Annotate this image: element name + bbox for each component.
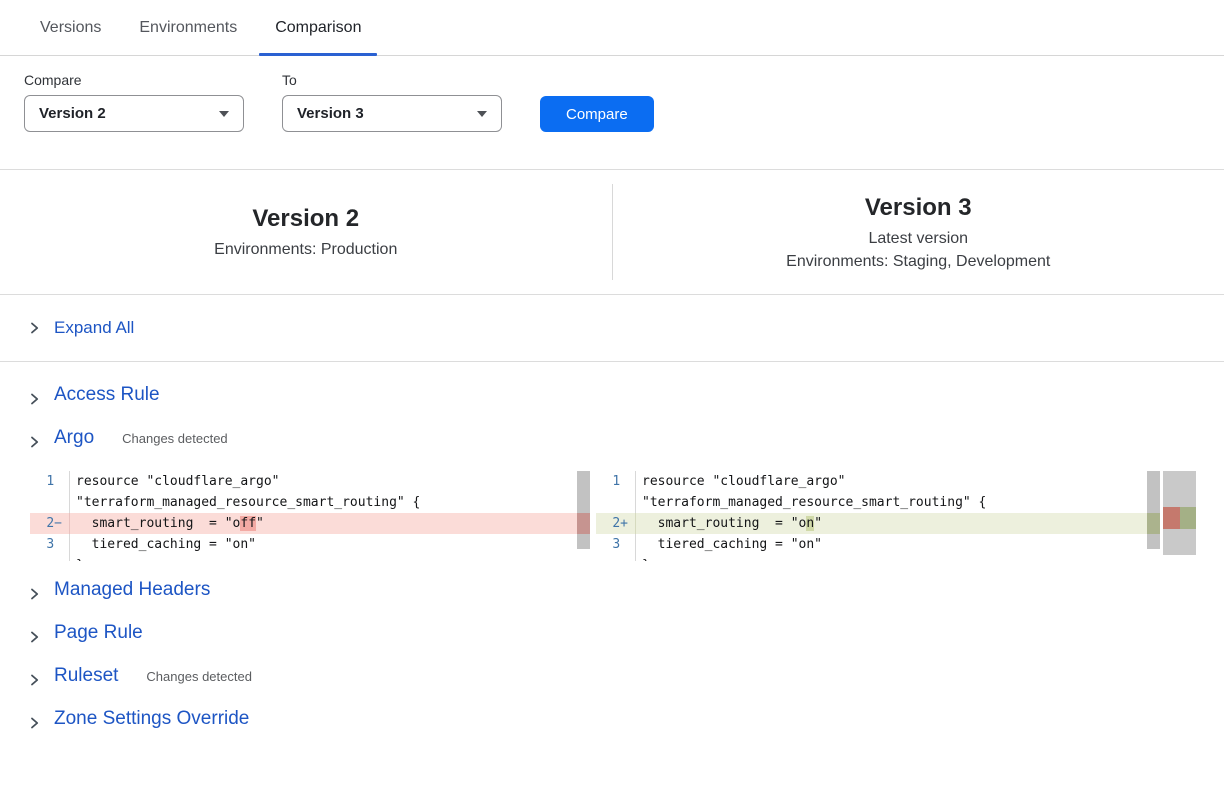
expand-all-link[interactable]: Expand All: [54, 318, 134, 338]
compare-button[interactable]: Compare: [540, 96, 654, 132]
line-number: 2−: [30, 513, 70, 534]
tab-versions[interactable]: Versions: [40, 0, 101, 55]
tabs-bar: Versions Environments Comparison: [0, 0, 1224, 56]
changes-detected-badge: Changes detected: [146, 669, 252, 684]
version-right-subtitle: Latest version: [868, 230, 968, 248]
section-ruleset[interactable]: Ruleset Changes detected: [0, 665, 1224, 695]
compare-field: Compare Version 2: [24, 72, 244, 132]
section-label[interactable]: Zone Settings Override: [54, 708, 249, 730]
code-text: smart_routing = "off": [70, 513, 264, 534]
code-line: 3 tiered_caching = "on": [30, 534, 590, 555]
section-label[interactable]: Page Rule: [54, 622, 143, 644]
code-text: resource "cloudflare_argo": [636, 471, 846, 492]
line-number: [596, 555, 636, 561]
tab-environments[interactable]: Environments: [139, 0, 237, 55]
diff-pane-left[interactable]: 1 resource "cloudflare_argo" "terraform_…: [30, 471, 590, 561]
removed-overview-marker: [1163, 507, 1180, 529]
line-number: [30, 492, 70, 513]
code-line-added: 2+ smart_routing = "on": [596, 513, 1160, 534]
line-number: 1: [596, 471, 636, 492]
code-text: }: [70, 555, 84, 561]
diff-overview-marker: [1163, 507, 1196, 529]
code-text: "terraform_managed_resource_smart_routin…: [636, 492, 986, 513]
code-line: "terraform_managed_resource_smart_routin…: [30, 492, 590, 513]
version-left-title: Version 2: [252, 205, 359, 233]
removed-change-marker: [577, 513, 590, 534]
added-overview-marker: [1180, 507, 1197, 529]
section-access-rule[interactable]: Access Rule: [0, 384, 1224, 414]
tab-comparison[interactable]: Comparison: [275, 0, 361, 55]
compare-version-value: Version 2: [39, 105, 106, 122]
scrollbar[interactable]: [1147, 471, 1160, 549]
to-version-select[interactable]: Version 3: [282, 95, 502, 132]
section-label[interactable]: Access Rule: [54, 384, 160, 406]
code-text: tiered_caching = "on": [70, 534, 256, 555]
line-number: 3: [30, 534, 70, 555]
version-right-environments: Environments: Staging, Development: [786, 253, 1050, 271]
added-change-marker: [1147, 513, 1160, 534]
line-number: 2+: [596, 513, 636, 534]
chevron-right-icon: [28, 674, 40, 686]
expand-all-row: Expand All: [0, 295, 1224, 362]
chevron-right-icon: [28, 631, 40, 643]
chevron-right-icon: [28, 436, 40, 448]
line-number: [30, 555, 70, 561]
version-right-title: Version 3: [865, 194, 972, 222]
chevron-right-icon: [28, 393, 40, 405]
code-text: }: [636, 555, 650, 561]
code-line: 3 tiered_caching = "on": [596, 534, 1160, 555]
section-label[interactable]: Argo: [54, 427, 94, 449]
line-number: [596, 492, 636, 513]
chevron-right-icon: [28, 322, 40, 334]
to-version-value: Version 3: [297, 105, 364, 122]
to-label: To: [282, 72, 502, 88]
chevron-down-icon: [477, 111, 487, 117]
compare-controls: Compare Version 2 To Version 3 Compare: [24, 72, 1200, 132]
code-text: tiered_caching = "on": [636, 534, 822, 555]
sections-list: Access Rule Argo Changes detected 1 reso…: [0, 384, 1224, 738]
scrollbar[interactable]: [577, 471, 590, 549]
version-right-column: Version 3 Latest version Environments: S…: [613, 194, 1224, 271]
version-left-environments: Environments: Production: [214, 241, 397, 259]
removed-word-highlight: ff: [240, 516, 256, 531]
section-page-rule[interactable]: Page Rule: [0, 622, 1224, 652]
section-label[interactable]: Ruleset: [54, 665, 118, 687]
chevron-right-icon: [28, 588, 40, 600]
code-text: "terraform_managed_resource_smart_routin…: [70, 492, 420, 513]
chevron-right-icon: [28, 717, 40, 729]
chevron-down-icon: [219, 111, 229, 117]
argo-diff: 1 resource "cloudflare_argo" "terraform_…: [30, 471, 1224, 561]
code-line: "terraform_managed_resource_smart_routin…: [596, 492, 1160, 513]
section-managed-headers[interactable]: Managed Headers: [0, 579, 1224, 609]
code-line: }: [596, 555, 1160, 561]
changes-detected-badge: Changes detected: [122, 431, 228, 446]
to-field: To Version 3: [282, 72, 502, 132]
code-text: smart_routing = "on": [636, 513, 822, 534]
section-zone-settings-override[interactable]: Zone Settings Override: [0, 708, 1224, 738]
code-line: 1 resource "cloudflare_argo": [30, 471, 590, 492]
code-text: resource "cloudflare_argo": [70, 471, 280, 492]
section-label[interactable]: Managed Headers: [54, 579, 210, 601]
section-argo[interactable]: Argo Changes detected: [0, 427, 1224, 457]
compare-version-select[interactable]: Version 2: [24, 95, 244, 132]
line-number: 1: [30, 471, 70, 492]
line-number: 3: [596, 534, 636, 555]
compare-label: Compare: [24, 72, 244, 88]
code-line: 1 resource "cloudflare_argo": [596, 471, 1160, 492]
version-left-column: Version 2 Environments: Production: [0, 205, 612, 259]
versions-header: Version 2 Environments: Production Versi…: [0, 169, 1224, 295]
code-line-removed: 2− smart_routing = "off": [30, 513, 590, 534]
diff-pane-right[interactable]: 1 resource "cloudflare_argo" "terraform_…: [596, 471, 1160, 561]
diff-overview-ruler[interactable]: [1163, 471, 1196, 555]
code-line: }: [30, 555, 590, 561]
